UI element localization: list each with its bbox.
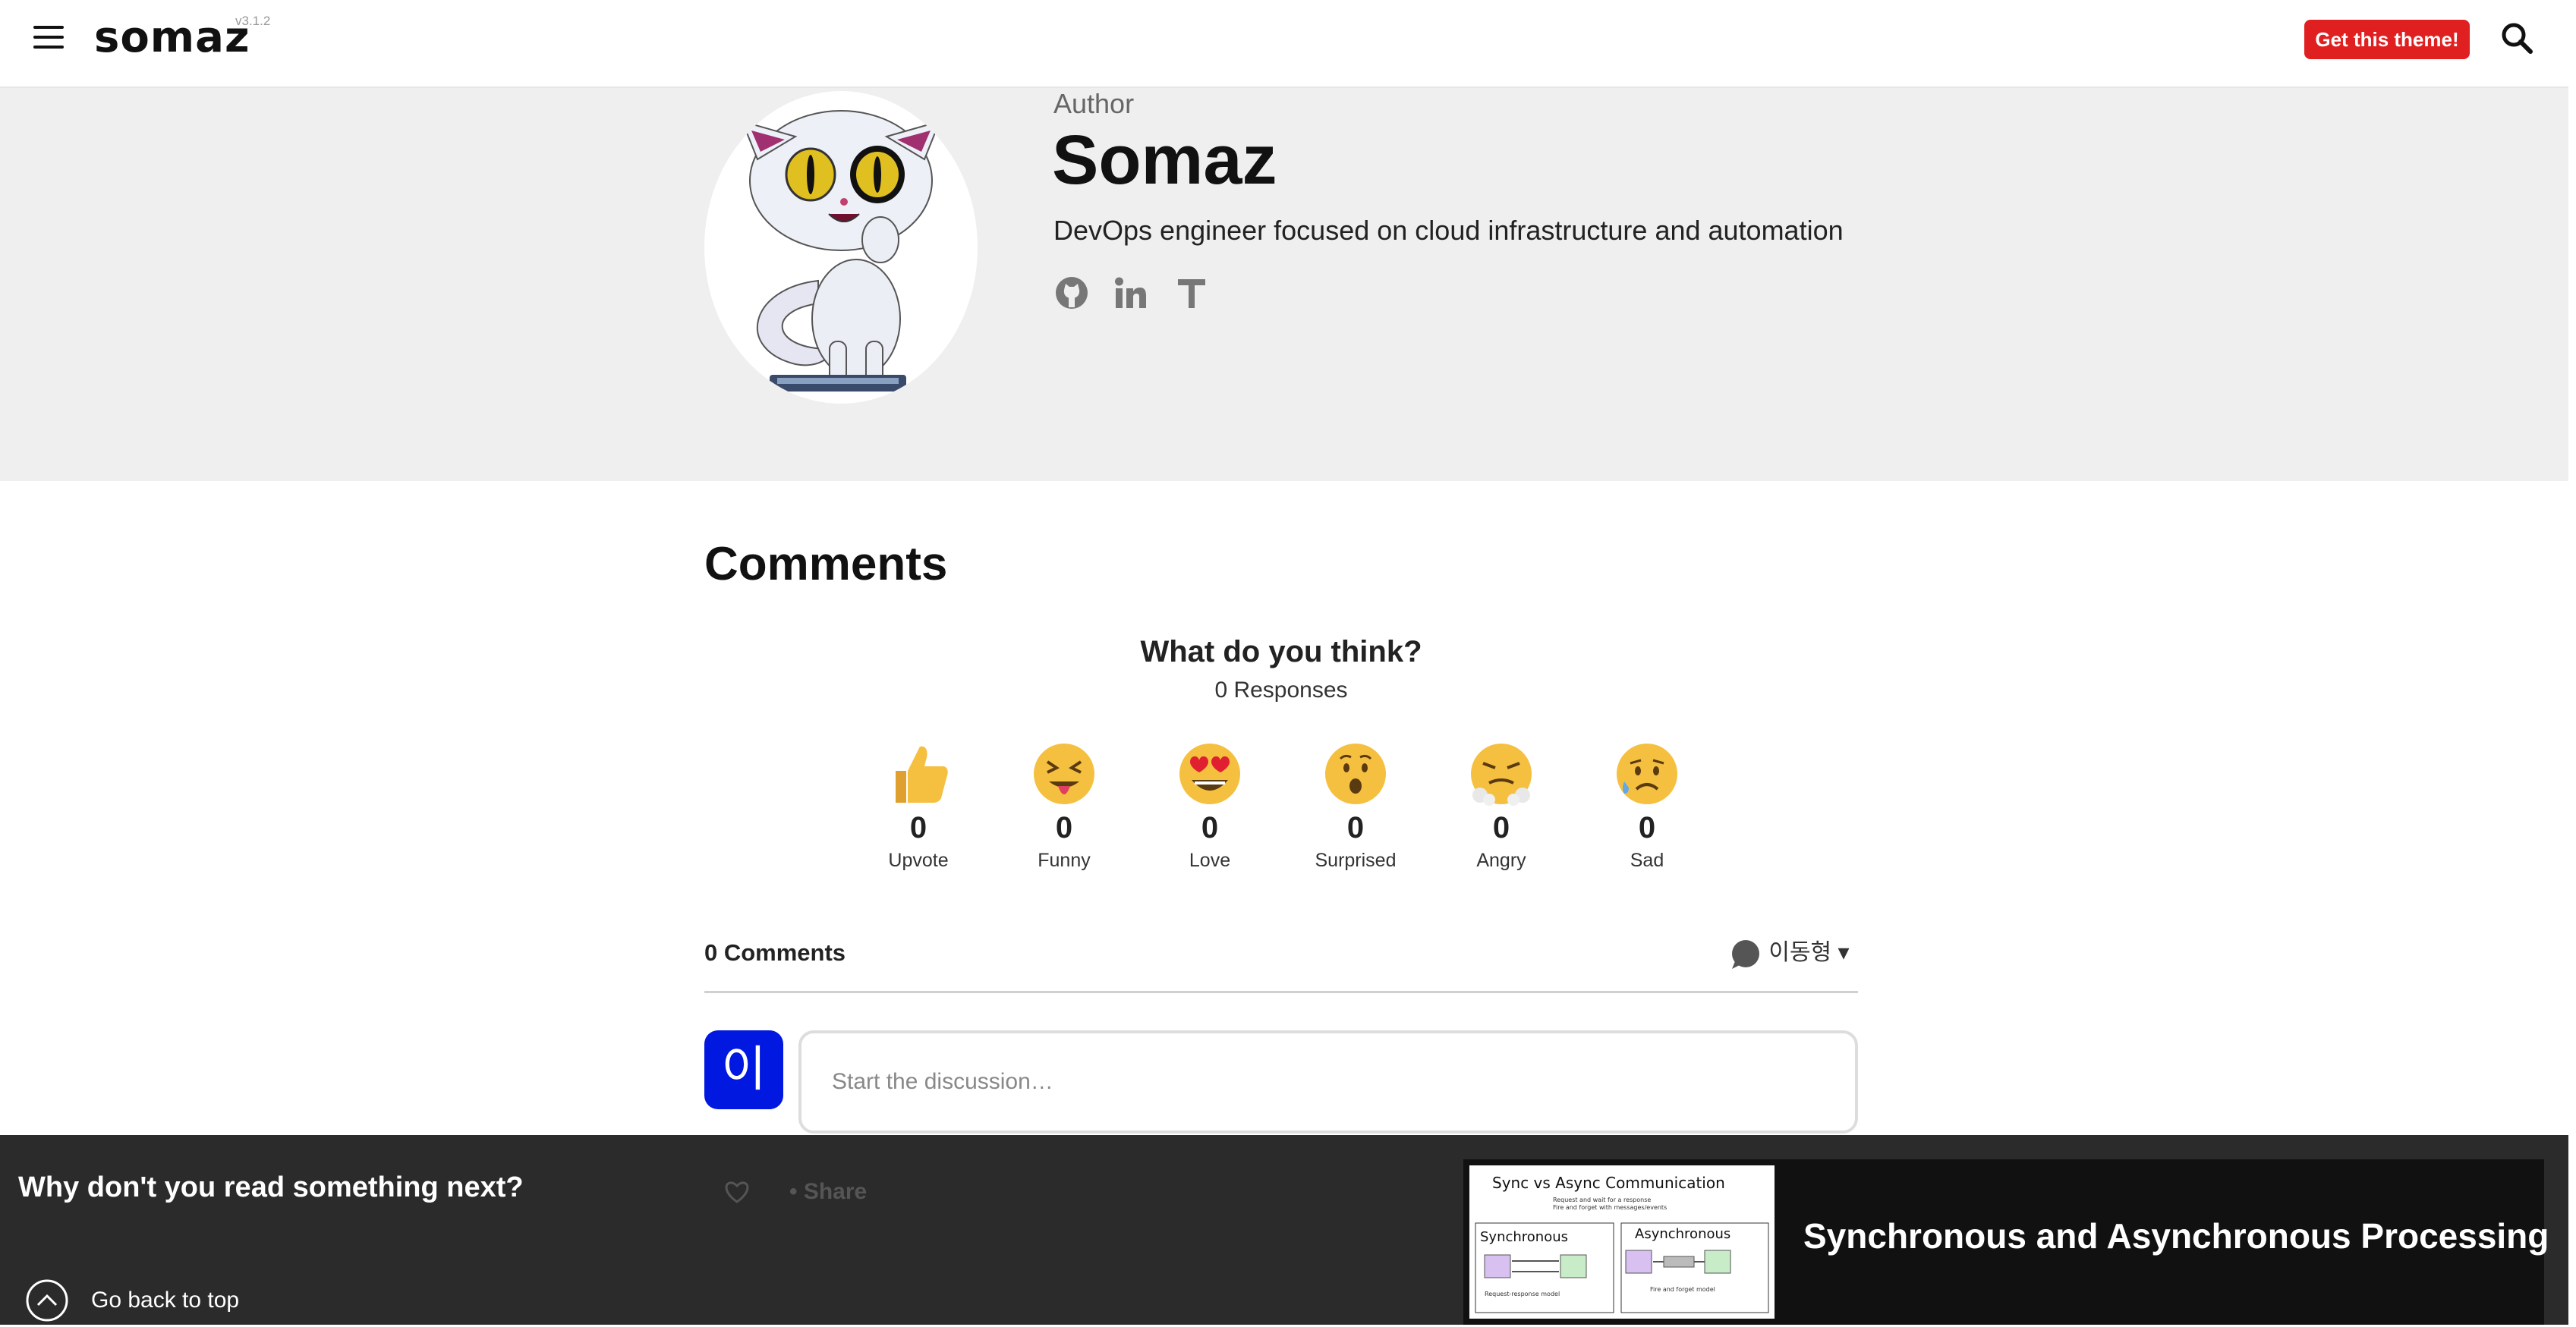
surprised-face-icon (1325, 744, 1386, 804)
thumb-subtitle-1: Request and wait for a response (1553, 1197, 1651, 1203)
go-back-to-top[interactable]: Go back to top (24, 1278, 239, 1323)
reaction-surprised[interactable]: 0 Surprised (1295, 741, 1416, 877)
github-icon[interactable] (1053, 275, 1090, 311)
comments-heading: Comments (704, 538, 948, 590)
reaction-label: Angry (1476, 850, 1526, 871)
author-bio: DevOps engineer focused on cloud infrast… (1053, 215, 1844, 246)
user-name: 이동형 (1768, 940, 1832, 965)
get-theme-button[interactable]: Get this theme! (2304, 20, 2470, 59)
reaction-love[interactable]: 0 Love (1149, 741, 1271, 877)
thumb-subtitle-2: Fire and forget with messages/events (1553, 1204, 1667, 1211)
chevron-down-icon: ▾ (1838, 940, 1850, 965)
comments-divider (704, 991, 1858, 993)
bullet-icon: • (789, 1179, 804, 1204)
thumb-async-label: Asynchronous (1635, 1226, 1730, 1242)
user-menu[interactable]: 이동형 ▾ (1729, 936, 1850, 970)
hamburger-menu-icon[interactable] (33, 26, 64, 49)
thumb-sync-caption: Request-response model (1485, 1291, 1560, 1297)
sync-async-diagram: Sync vs Async Communication Request and … (1475, 1174, 1769, 1313)
next-post-card[interactable]: Sync vs Async Communication Request and … (1463, 1159, 2549, 1325)
next-post-title: Synchronous and Asynchronous Processing (1803, 1216, 2549, 1256)
reaction-upvote[interactable]: 0 Upvote (858, 741, 979, 877)
heart-eyes-face-icon (1179, 744, 1240, 804)
reaction-prompt: What do you think? (1140, 635, 1422, 668)
reaction-count: 0 (1638, 811, 1656, 844)
read-next-heading: Why don't you read something next? (18, 1171, 524, 1203)
reaction-count: 0 (1492, 811, 1510, 844)
reaction-label: Sad (1630, 850, 1664, 871)
version-label: v3.1.2 (235, 14, 271, 28)
reaction-count: 0 (909, 811, 927, 844)
top-navbar: somaz v3.1.2 Get this theme! (0, 0, 2568, 88)
reaction-count: 0 (1201, 811, 1219, 844)
heart-icon[interactable] (724, 1179, 750, 1205)
author-section: Author Somaz DevOps engineer focused on … (0, 88, 2568, 481)
reaction-sad[interactable]: 0 Sad (1586, 741, 1708, 877)
author-name: Somaz (1052, 121, 1277, 199)
thumbs-up-icon (896, 746, 948, 803)
thumb-sync-label: Synchronous (1480, 1229, 1568, 1245)
thumb-async-caption: Fire and forget model (1650, 1286, 1715, 1293)
reaction-count: 0 (1346, 811, 1365, 844)
back-to-top-label: Go back to top (91, 1288, 240, 1313)
linkedin-icon[interactable] (1113, 275, 1149, 311)
arrow-up-circle-icon (26, 1279, 68, 1322)
reaction-label: Surprised (1315, 850, 1397, 871)
steam-nose-face-icon (1471, 744, 1532, 806)
author-avatar (704, 91, 978, 404)
reaction-label: Funny (1038, 850, 1091, 871)
reaction-label: Upvote (888, 850, 949, 871)
squinting-tongue-face-icon (1034, 744, 1094, 804)
cat-avatar-illustration (741, 110, 941, 391)
responses-count: 0 Responses (1214, 678, 1348, 703)
share-label: Share (803, 1179, 868, 1204)
thumb-title: Sync vs Async Communication (1492, 1174, 1725, 1192)
tistory-icon[interactable] (1173, 275, 1210, 311)
search-icon[interactable] (2500, 21, 2533, 55)
chat-bubble-icon (1732, 940, 1759, 970)
reaction-label: Love (1189, 850, 1231, 871)
comment-count: 0 Comments (704, 939, 846, 966)
sad-sweat-face-icon (1617, 744, 1677, 804)
reaction-funny[interactable]: 0 Funny (1003, 741, 1125, 877)
site-logo[interactable]: somaz (94, 8, 250, 68)
author-label: Author (1053, 88, 1135, 119)
user-avatar: 이 (704, 1030, 783, 1109)
discussion-input[interactable] (798, 1030, 1858, 1134)
next-post-thumbnail: Sync vs Async Communication Request and … (1469, 1165, 1775, 1319)
reaction-count: 0 (1055, 811, 1073, 844)
read-next-bar: Why don't you read something next? • Sha… (0, 1135, 2568, 1325)
reaction-angry[interactable]: 0 Angry (1441, 741, 1562, 877)
share-link[interactable]: • Share (789, 1178, 867, 1206)
